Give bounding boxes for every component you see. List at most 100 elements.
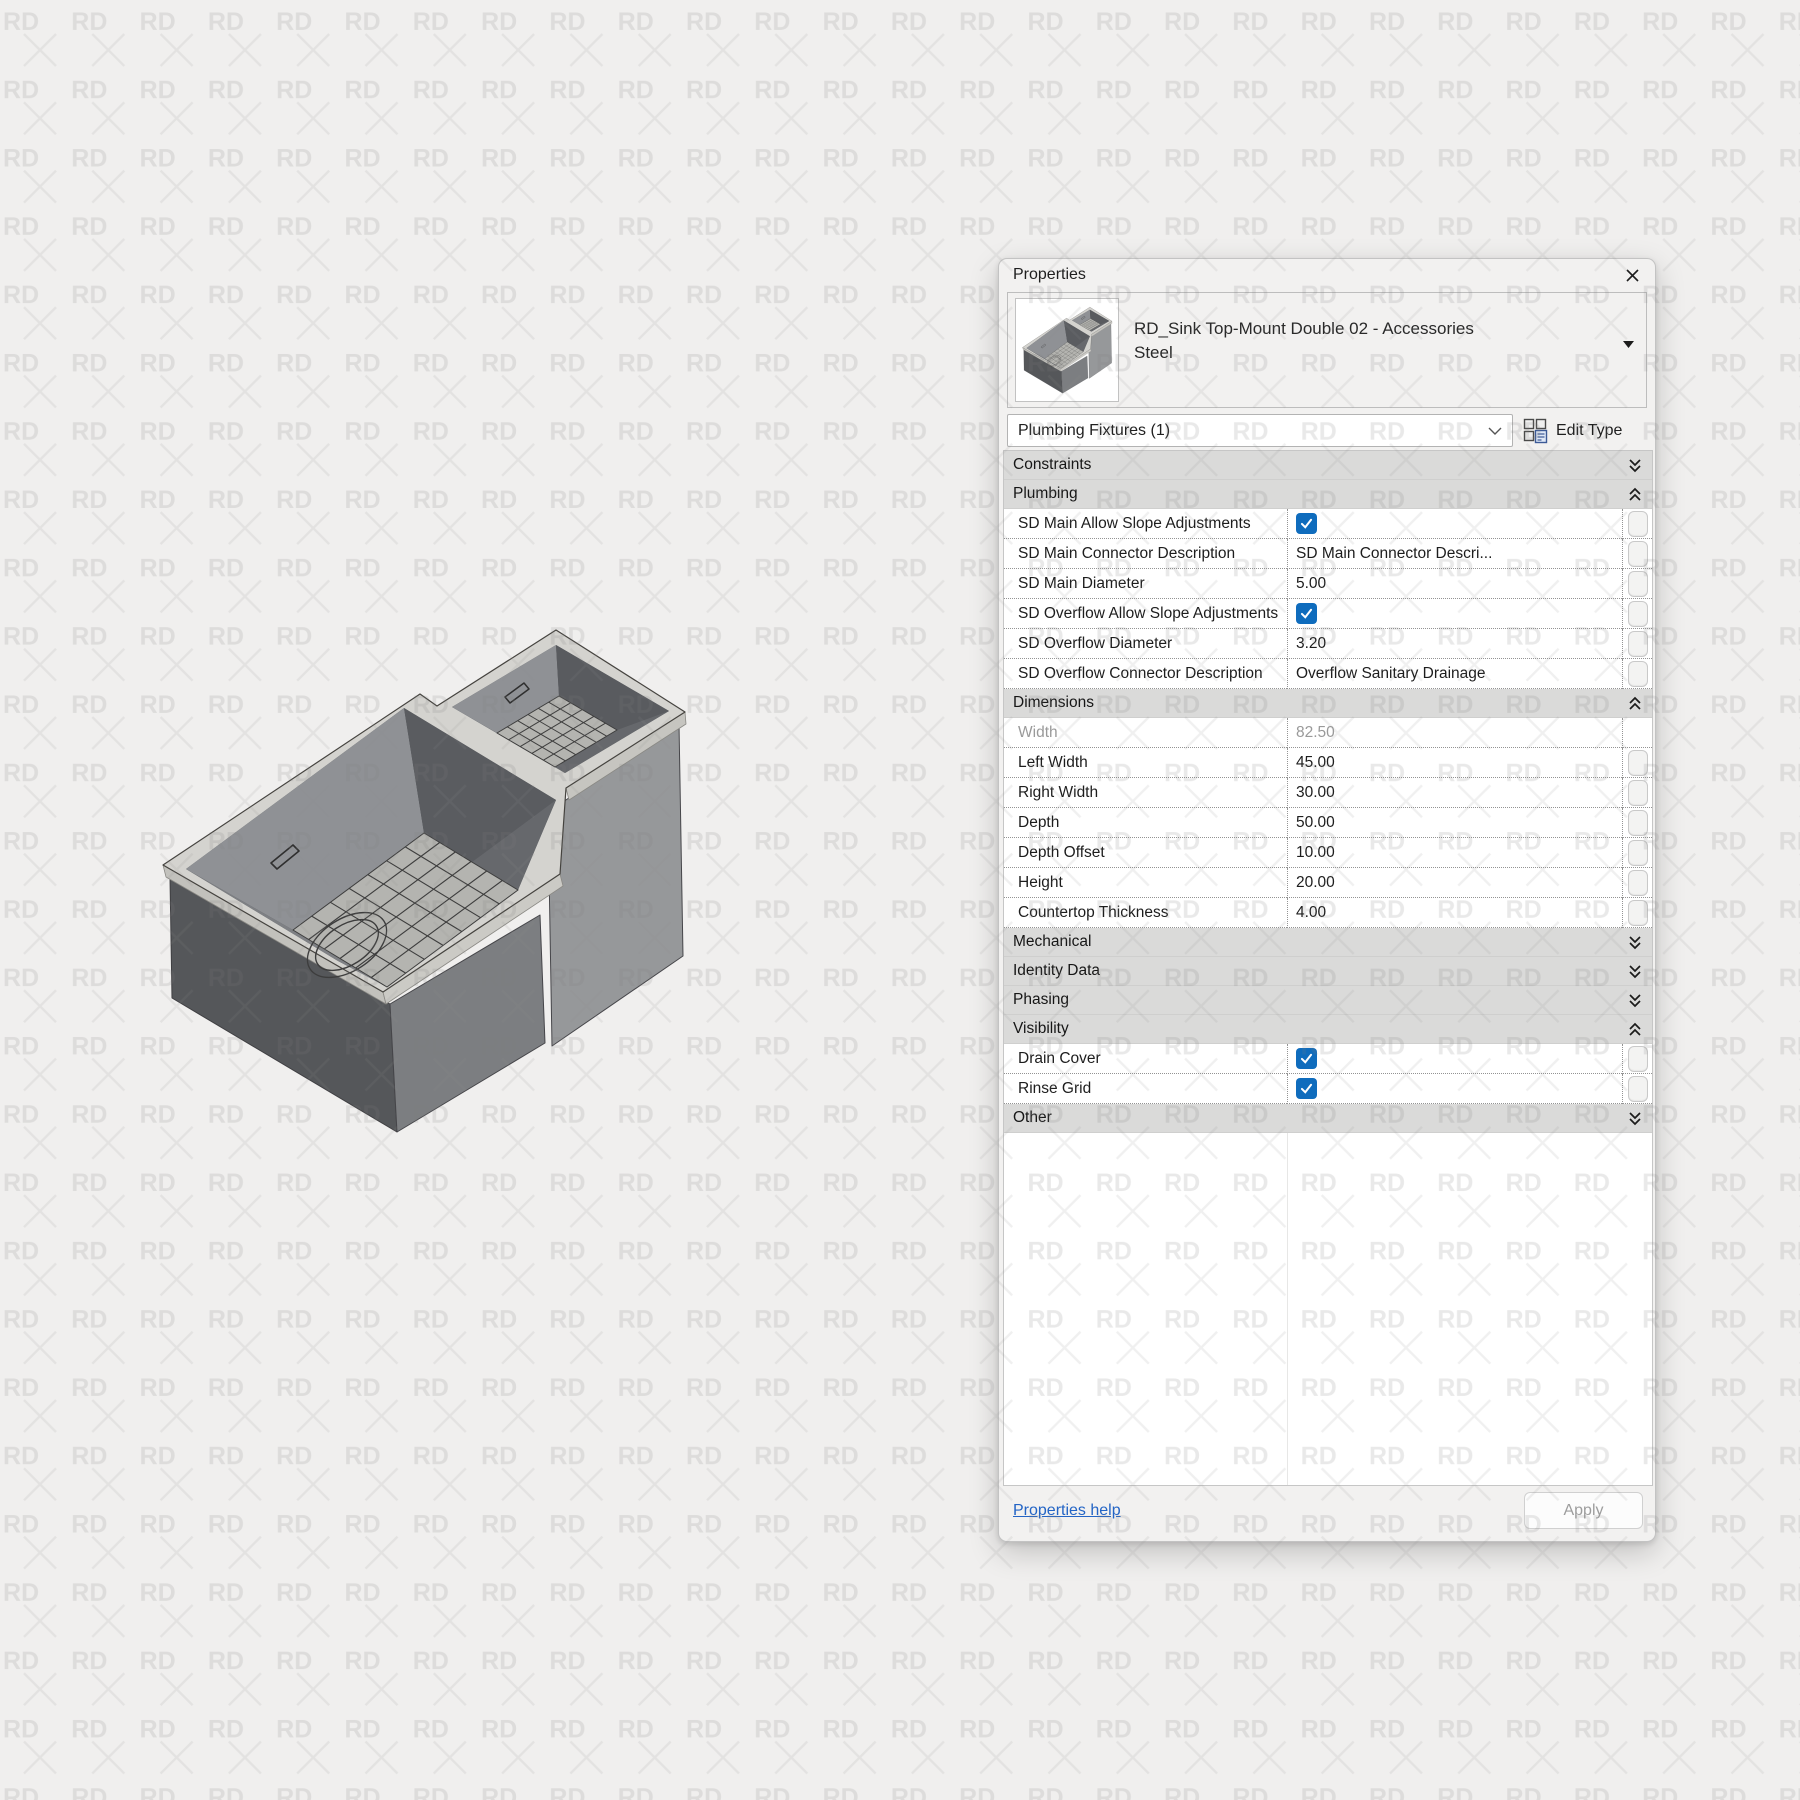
associate-parameter-cell bbox=[1622, 718, 1652, 748]
section-label: Dimensions bbox=[1013, 694, 1094, 712]
property-row-sd-main-diameter: SD Main Diameter5.00 bbox=[1004, 569, 1652, 599]
property-value-cell bbox=[1287, 509, 1622, 539]
associate-parameter-cell bbox=[1622, 1044, 1652, 1074]
property-value[interactable]: 20.00 bbox=[1287, 868, 1622, 898]
section-label: Plumbing bbox=[1013, 485, 1078, 503]
property-label: SD Overflow Connector Description bbox=[1004, 659, 1287, 689]
property-label: Depth Offset bbox=[1004, 838, 1287, 868]
property-value[interactable]: 50.00 bbox=[1287, 808, 1622, 838]
selector-dropdown-icon[interactable] bbox=[1623, 341, 1634, 348]
property-label: SD Main Allow Slope Adjustments bbox=[1004, 509, 1287, 539]
section-label: Constraints bbox=[1013, 456, 1091, 474]
associate-parameter-button[interactable] bbox=[1628, 1046, 1648, 1072]
property-value[interactable]: 30.00 bbox=[1287, 778, 1622, 808]
associate-parameter-button[interactable] bbox=[1628, 571, 1648, 597]
section-header-identity-data[interactable]: Identity Data bbox=[1004, 957, 1652, 986]
desktop: { "watermark": { "text": "RD" }, "colors… bbox=[0, 0, 1800, 1800]
property-label: Left Width bbox=[1004, 748, 1287, 778]
checkbox-checked[interactable] bbox=[1296, 1048, 1317, 1069]
chevron-double-down-icon bbox=[1628, 935, 1642, 950]
associate-parameter-button[interactable] bbox=[1628, 541, 1648, 567]
associate-parameter-button[interactable] bbox=[1628, 750, 1648, 776]
property-value[interactable]: 5.00 bbox=[1287, 569, 1622, 599]
category-filter-combobox[interactable]: Plumbing Fixtures (1) bbox=[1007, 414, 1513, 447]
property-label: Drain Cover bbox=[1004, 1044, 1287, 1074]
property-row-countertop-thickness: Countertop Thickness4.00 bbox=[1004, 898, 1652, 928]
property-value-cell bbox=[1287, 599, 1622, 629]
edit-type-button[interactable]: Edit Type bbox=[1523, 414, 1622, 447]
checkbox-checked[interactable] bbox=[1296, 513, 1317, 534]
edit-type-label: Edit Type bbox=[1556, 422, 1622, 440]
property-value[interactable]: Overflow Sanitary Drainage bbox=[1287, 659, 1622, 689]
property-value[interactable]: 45.00 bbox=[1287, 748, 1622, 778]
apply-button[interactable]: Apply bbox=[1524, 1492, 1643, 1529]
section-label: Other bbox=[1013, 1109, 1052, 1127]
property-value-cell bbox=[1287, 1074, 1622, 1104]
type-selector[interactable]: RD_Sink Top-Mount Double 02 - Accessorie… bbox=[1007, 292, 1647, 408]
associate-parameter-button[interactable] bbox=[1628, 661, 1648, 687]
property-value[interactable]: SD Main Connector Descri... bbox=[1287, 539, 1622, 569]
section-header-plumbing[interactable]: Plumbing bbox=[1004, 480, 1652, 509]
checkbox-checked[interactable] bbox=[1296, 603, 1317, 624]
section-header-constraints[interactable]: Constraints bbox=[1004, 451, 1652, 480]
chevron-double-down-icon bbox=[1628, 993, 1642, 1008]
section-header-dimensions[interactable]: Dimensions bbox=[1004, 689, 1652, 718]
associate-parameter-cell bbox=[1622, 599, 1652, 629]
associate-parameter-button[interactable] bbox=[1628, 840, 1648, 866]
check-icon bbox=[1299, 1051, 1314, 1066]
property-label: Width bbox=[1004, 718, 1287, 748]
category-filter-value: Plumbing Fixtures (1) bbox=[1018, 422, 1170, 440]
associate-parameter-button[interactable] bbox=[1628, 511, 1648, 537]
section-label: Identity Data bbox=[1013, 962, 1100, 980]
property-value[interactable]: 4.00 bbox=[1287, 898, 1622, 928]
properties-panel: Properties RD_Sink Top-Mount Double 02 -… bbox=[998, 258, 1656, 1542]
chevron-double-up-icon bbox=[1628, 1022, 1642, 1037]
associate-parameter-button[interactable] bbox=[1628, 870, 1648, 896]
property-label: SD Overflow Diameter bbox=[1004, 629, 1287, 659]
property-row-right-width: Right Width30.00 bbox=[1004, 778, 1652, 808]
property-value: 82.50 bbox=[1287, 718, 1622, 748]
associate-parameter-button[interactable] bbox=[1628, 900, 1648, 926]
property-row-height: Height20.00 bbox=[1004, 868, 1652, 898]
property-row-depth-offset: Depth Offset10.00 bbox=[1004, 838, 1652, 868]
section-header-visibility[interactable]: Visibility bbox=[1004, 1015, 1652, 1044]
properties-rows: Constraints Plumbing SD Main Allow Slope… bbox=[1003, 450, 1653, 1486]
property-value[interactable]: 10.00 bbox=[1287, 838, 1622, 868]
associate-parameter-button[interactable] bbox=[1628, 631, 1648, 657]
property-row-sd-overflow-allow-slope-adjustments: SD Overflow Allow Slope Adjustments bbox=[1004, 599, 1652, 629]
associate-parameter-cell bbox=[1622, 868, 1652, 898]
associate-parameter-cell bbox=[1622, 1074, 1652, 1104]
property-value[interactable]: 3.20 bbox=[1287, 629, 1622, 659]
chevron-double-up-icon bbox=[1628, 696, 1642, 711]
property-row-depth: Depth50.00 bbox=[1004, 808, 1652, 838]
property-label: Depth bbox=[1004, 808, 1287, 838]
properties-help-link[interactable]: Properties help bbox=[1013, 1502, 1121, 1520]
family-type-line2: Steel bbox=[1134, 341, 1604, 365]
associate-parameter-button[interactable] bbox=[1628, 780, 1648, 806]
associate-parameter-cell bbox=[1622, 569, 1652, 599]
associate-parameter-cell bbox=[1622, 838, 1652, 868]
property-row-drain-cover: Drain Cover bbox=[1004, 1044, 1652, 1074]
associate-parameter-cell bbox=[1622, 898, 1652, 928]
close-icon[interactable] bbox=[1621, 264, 1643, 286]
section-header-phasing[interactable]: Phasing bbox=[1004, 986, 1652, 1015]
checkbox-checked[interactable] bbox=[1296, 1078, 1317, 1099]
chevron-double-down-icon bbox=[1628, 964, 1642, 979]
section-header-mechanical[interactable]: Mechanical bbox=[1004, 928, 1652, 957]
associate-parameter-button[interactable] bbox=[1628, 1076, 1648, 1102]
associate-parameter-cell bbox=[1622, 808, 1652, 838]
associate-parameter-cell bbox=[1622, 659, 1652, 689]
section-header-other[interactable]: Other bbox=[1004, 1104, 1652, 1133]
associate-parameter-cell bbox=[1622, 629, 1652, 659]
property-row-sd-overflow-diameter: SD Overflow Diameter3.20 bbox=[1004, 629, 1652, 659]
associate-parameter-button[interactable] bbox=[1628, 810, 1648, 836]
check-icon bbox=[1299, 606, 1314, 621]
property-row-sd-main-connector-description: SD Main Connector DescriptionSD Main Con… bbox=[1004, 539, 1652, 569]
associate-parameter-button[interactable] bbox=[1628, 601, 1648, 627]
property-row-width: Width82.50 bbox=[1004, 718, 1652, 748]
associate-parameter-cell bbox=[1622, 778, 1652, 808]
chevron-double-up-icon bbox=[1628, 487, 1642, 502]
chevron-double-down-icon bbox=[1628, 1111, 1642, 1126]
property-label: Right Width bbox=[1004, 778, 1287, 808]
property-label: SD Overflow Allow Slope Adjustments bbox=[1004, 599, 1287, 629]
